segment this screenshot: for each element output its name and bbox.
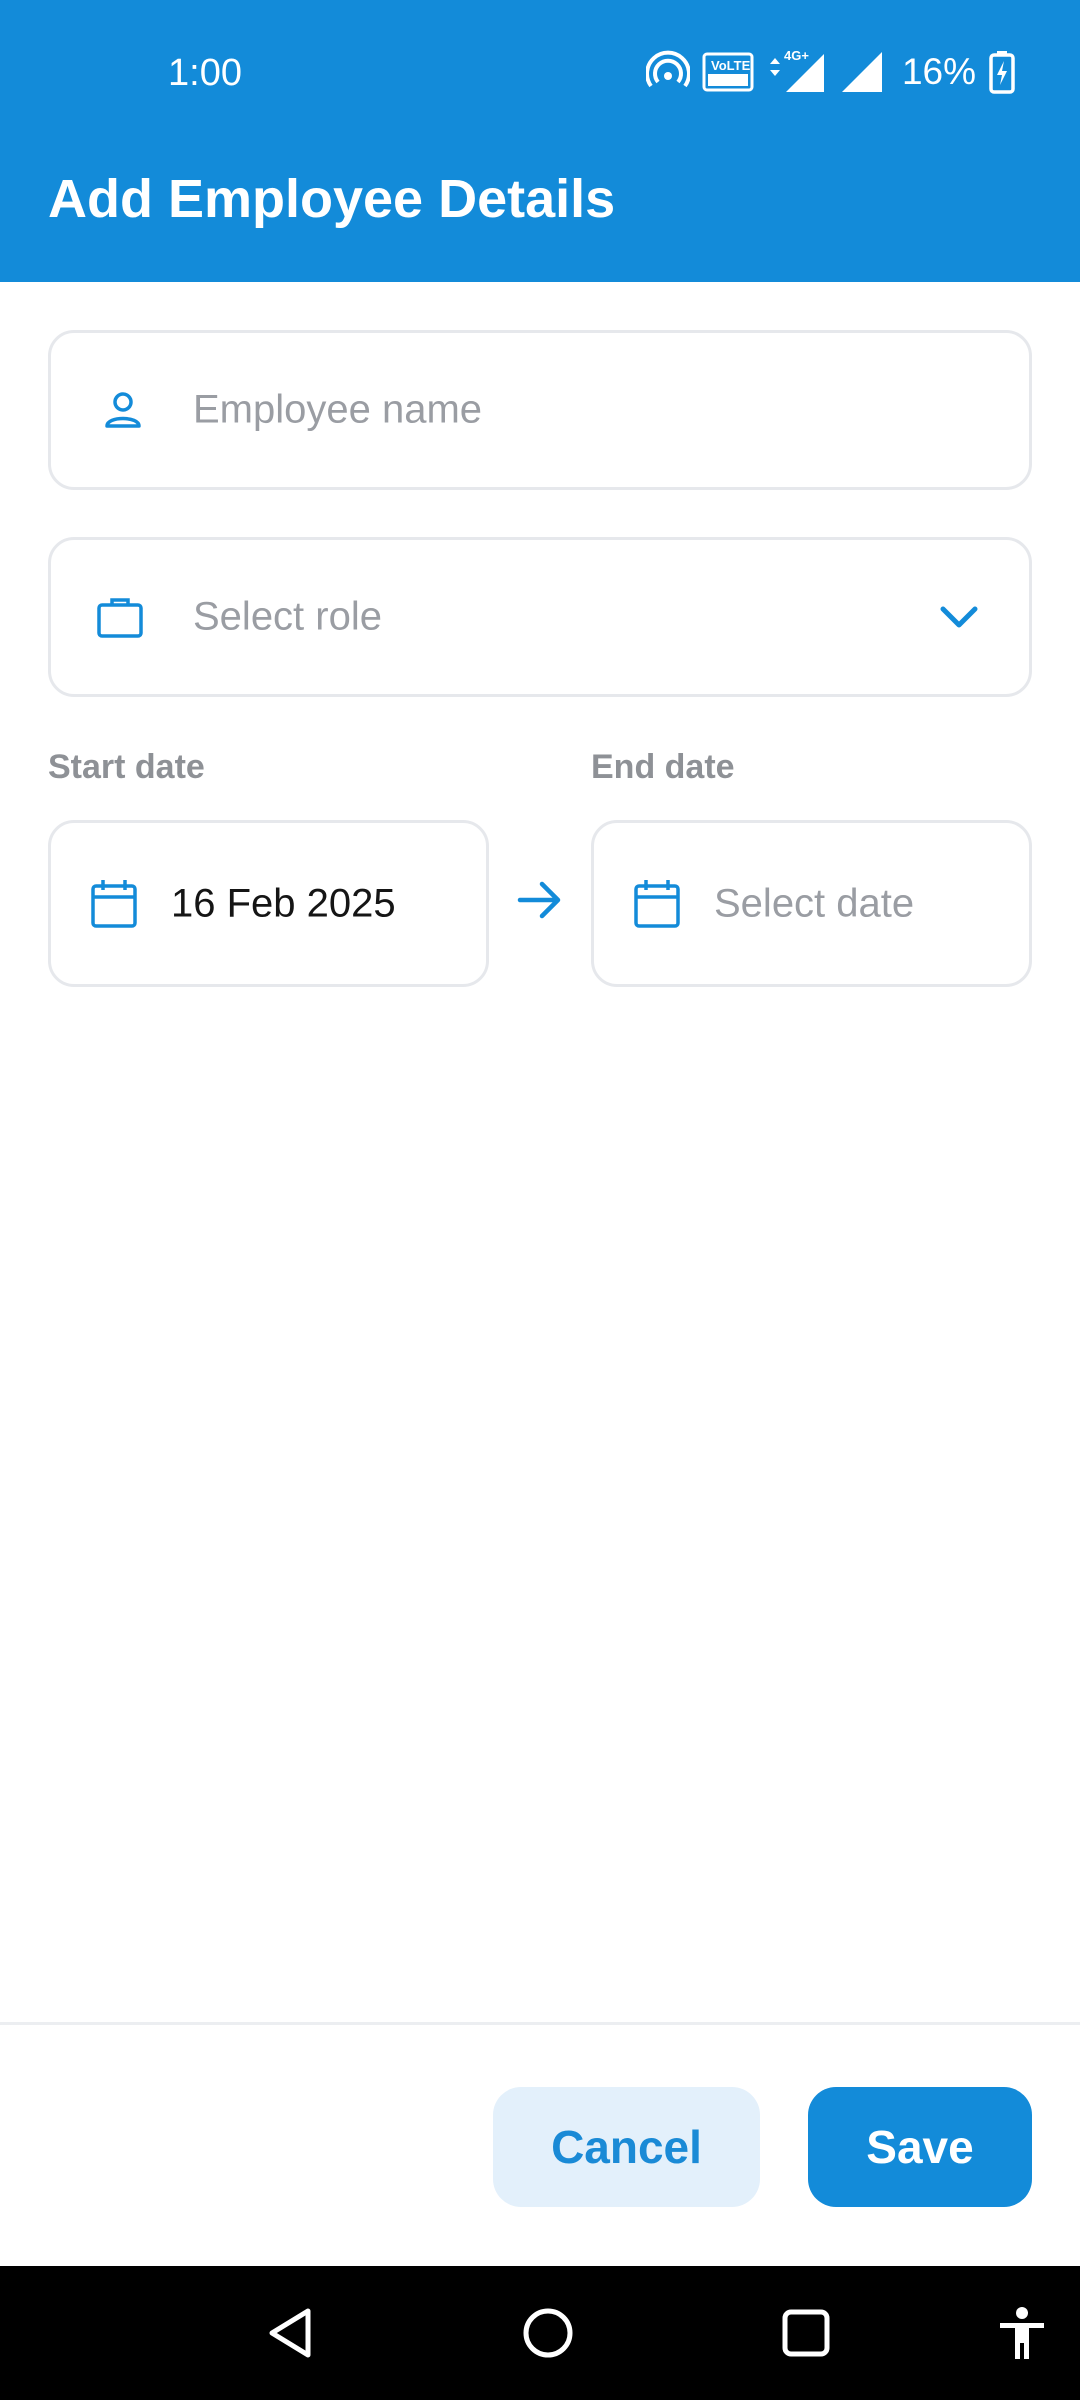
- volte-label: VoLTE: [711, 58, 751, 73]
- calendar-icon: [634, 879, 680, 928]
- start-date-value[interactable]: 16 Feb 2025: [171, 881, 396, 926]
- role-select-value[interactable]: Select role: [193, 595, 382, 640]
- battery-charging-icon: [989, 51, 1015, 94]
- action-bar-divider: [0, 2022, 1080, 2025]
- cancel-button[interactable]: Cancel: [493, 2087, 760, 2207]
- app-bar: 1:00 VoLTE 4G+ 16% Add Employee Details: [0, 0, 1080, 282]
- back-icon[interactable]: [264, 2305, 320, 2361]
- start-date-field[interactable]: 16 Feb 2025: [48, 820, 489, 987]
- briefcase-icon: [97, 598, 143, 638]
- volte-icon: VoLTE: [702, 52, 754, 92]
- page-title: Add Employee Details: [48, 169, 616, 229]
- end-date-field[interactable]: Select date: [591, 820, 1032, 987]
- end-date-label: End date: [591, 748, 735, 786]
- save-button[interactable]: Save: [808, 2087, 1032, 2207]
- system-nav-bar: [0, 2266, 1080, 2400]
- hotspot-icon: [645, 50, 690, 88]
- employee-name-field[interactable]: Employee name: [48, 330, 1032, 490]
- home-icon[interactable]: [520, 2305, 576, 2361]
- calendar-icon: [91, 879, 137, 928]
- battery-percent: 16%: [901, 51, 976, 92]
- person-icon: [105, 392, 141, 428]
- signal-4g-icon: 4G+: [769, 48, 824, 92]
- signal-icon: [841, 52, 882, 92]
- start-date-label: Start date: [48, 748, 205, 786]
- employee-name-input[interactable]: Employee name: [193, 388, 482, 433]
- end-date-value[interactable]: Select date: [714, 881, 914, 926]
- status-time: 1:00: [168, 52, 242, 94]
- chevron-down-icon[interactable]: [939, 603, 979, 631]
- network-label: 4G+: [784, 48, 809, 63]
- recents-icon[interactable]: [778, 2305, 834, 2361]
- accessibility-icon[interactable]: [996, 2305, 1048, 2361]
- arrow-right-icon: [517, 881, 561, 919]
- role-select[interactable]: Select role: [48, 537, 1032, 697]
- status-icons: VoLTE 4G+ 16%: [645, 44, 1016, 100]
